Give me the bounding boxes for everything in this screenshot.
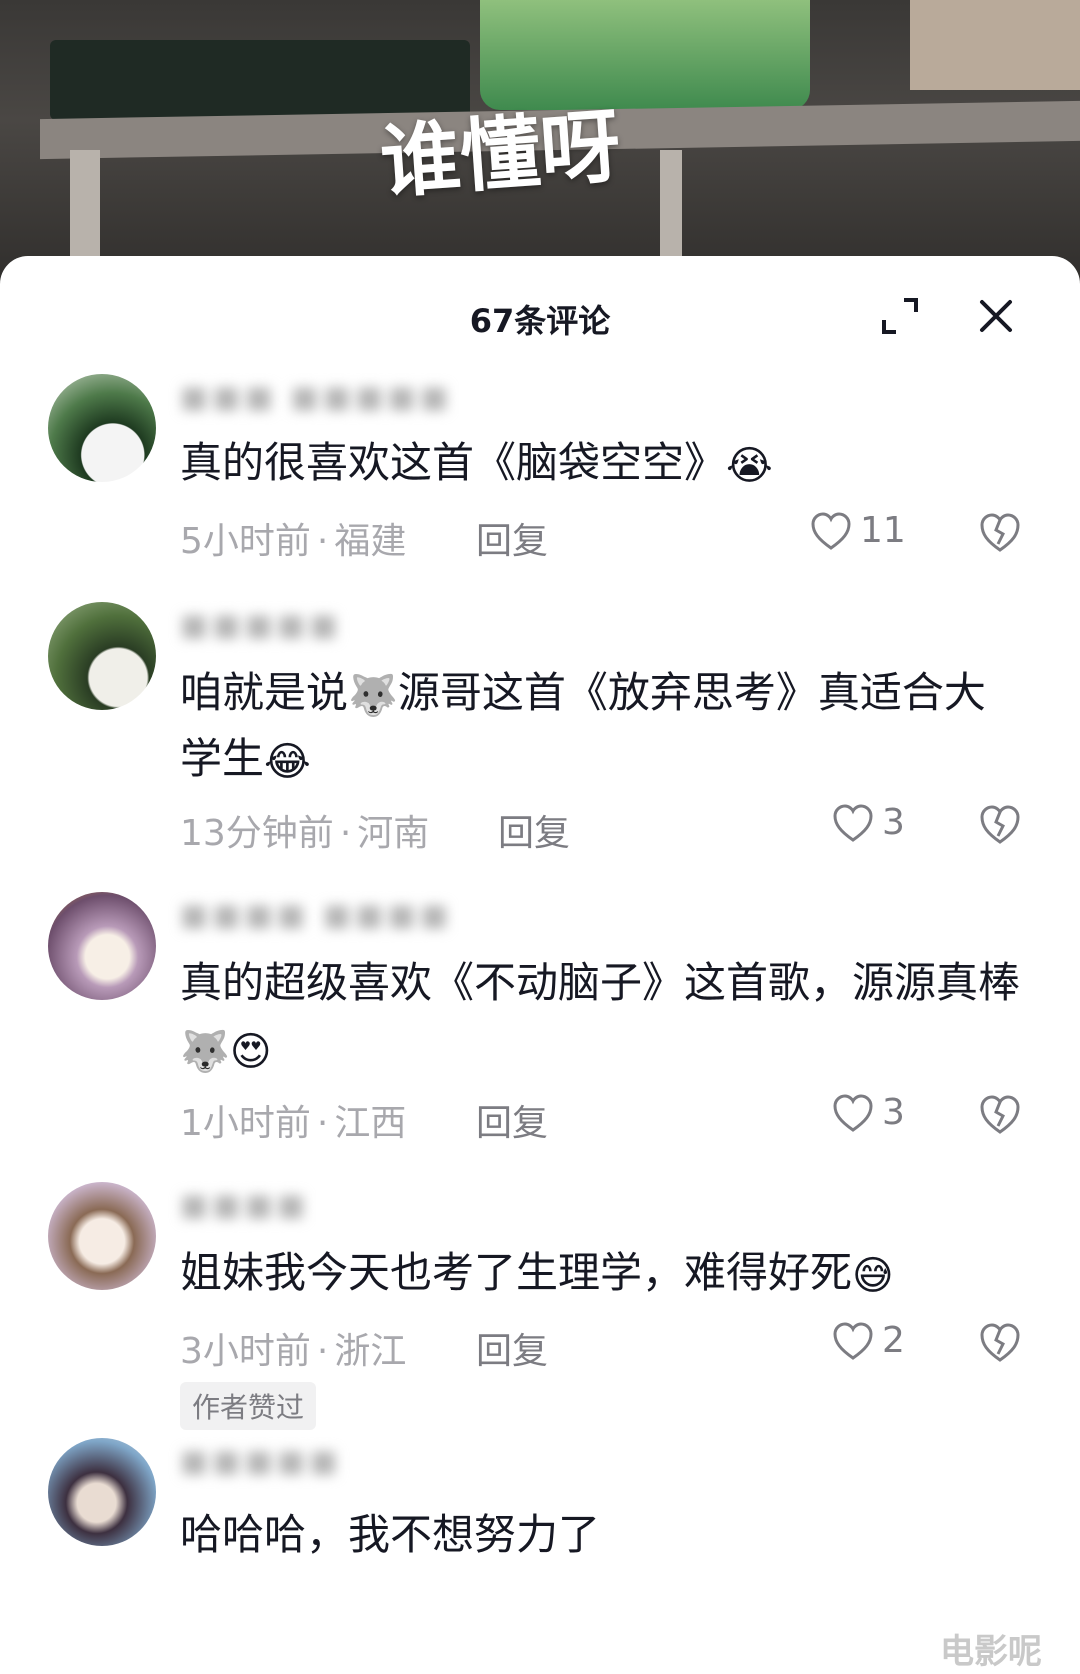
reply-button[interactable]: 回复 <box>498 804 570 856</box>
close-button[interactable] <box>972 292 1020 340</box>
avatar[interactable] <box>48 892 156 1000</box>
comment-text-content: 真的超级喜欢《不动脑子》这首歌，源源真棒 <box>180 958 1021 1007</box>
avatar[interactable] <box>48 374 156 482</box>
reply-button[interactable]: 回复 <box>476 1322 548 1374</box>
comment-text-content: 咱就是说 <box>180 668 349 717</box>
comment-text-content: 哈哈哈，我不想努力了 <box>180 1510 601 1559</box>
comment-text: 哈哈哈，我不想努力了 <box>180 1502 1020 1568</box>
video-caption: 谁懂呀 <box>377 99 624 210</box>
dislike-button[interactable] <box>978 1092 1022 1136</box>
comment-meta: 13分钟前 · 河南 <box>180 813 430 854</box>
avatar[interactable] <box>48 602 156 710</box>
expand-button[interactable] <box>876 292 924 340</box>
comment-time: 1小时前 <box>180 1103 311 1144</box>
expand-icon <box>882 298 918 334</box>
username[interactable]: ■■■■■ <box>180 1444 480 1494</box>
heart-icon <box>833 803 873 842</box>
like-count: 3 <box>882 1092 905 1133</box>
reply-button[interactable]: 回复 <box>476 512 548 564</box>
comment-text-content: 姐妹我今天也考了生理学，难得好死 <box>180 1248 853 1297</box>
comment-location: 福建 <box>334 521 407 562</box>
comment-meta: 1小时前 · 江西 <box>180 1103 407 1144</box>
comment-time: 13分钟前 <box>180 813 334 854</box>
husky-emoji-icon: 🐺 <box>180 1028 230 1075</box>
sheet-header: 67条评论 <box>0 256 1080 376</box>
like-count: 3 <box>882 802 905 843</box>
dislike-button[interactable] <box>978 802 1022 846</box>
comment-location: 河南 <box>357 813 430 854</box>
comment-meta: 5小时前 · 福建 <box>180 521 407 562</box>
avatar[interactable] <box>48 1182 156 1290</box>
heart-eyes-emoji-icon: 😍 <box>229 1028 272 1075</box>
like-count: 2 <box>882 1320 905 1361</box>
author-liked-badge: 作者赞过 <box>180 1382 317 1430</box>
reply-button[interactable]: 回复 <box>476 1094 548 1146</box>
laugh-cry-emoji-icon: 😂 <box>264 738 311 785</box>
watermark: 电影呢 <box>940 1632 1042 1672</box>
comments-sheet: 67条评论 ■■■ ■■■■■ 真的很喜欢这首《脑袋空空》😭 5小时前 · 福建 回… <box>0 256 1080 1674</box>
heart-icon <box>833 1093 873 1132</box>
dislike-button[interactable] <box>978 510 1022 554</box>
like-button[interactable]: 11 <box>810 510 906 551</box>
dislike-button[interactable] <box>978 1320 1022 1364</box>
comment-meta: 3小时前 · 浙江 <box>180 1331 407 1372</box>
username[interactable]: ■■■■ <box>180 1188 480 1238</box>
heart-icon <box>833 1321 873 1360</box>
video-background: 谁懂呀 <box>0 0 1080 300</box>
comment-text: 真的很喜欢这首《脑袋空空》😭 <box>180 430 1020 496</box>
like-count: 11 <box>860 510 906 551</box>
username[interactable]: ■■■■ ■■■■ <box>180 898 480 948</box>
comment-time: 3小时前 <box>180 1331 311 1372</box>
comment-text: 姐妹我今天也考了生理学，难得好死😅 <box>180 1240 1020 1306</box>
like-button[interactable]: 3 <box>832 1092 905 1133</box>
comment-text-content: 真的很喜欢这首《脑袋空空》 <box>180 438 727 487</box>
husky-emoji-icon: 🐺 <box>348 672 398 719</box>
sweat-grin-emoji-icon: 😅 <box>852 1252 894 1299</box>
like-button[interactable]: 3 <box>832 802 905 843</box>
comment-text: 真的超级喜欢《不动脑子》这首歌，源源真棒 🐺😍 <box>180 950 1020 1082</box>
cardboard-box <box>910 0 1080 90</box>
comment-location: 浙江 <box>334 1331 407 1372</box>
like-button[interactable]: 2 <box>832 1320 905 1361</box>
comment-location: 江西 <box>334 1103 407 1144</box>
username[interactable]: ■■■■■ <box>180 608 480 658</box>
avatar[interactable] <box>48 1438 156 1546</box>
close-icon <box>980 300 1012 332</box>
heart-icon <box>811 511 851 550</box>
comment-time: 5小时前 <box>180 521 311 562</box>
crying-emoji-icon: 😭 <box>726 442 773 489</box>
username[interactable]: ■■■ ■■■■■ <box>180 380 480 430</box>
comment-text: 咱就是说🐺源哥这首《放弃思考》真适合大学生😂 <box>180 660 1020 792</box>
